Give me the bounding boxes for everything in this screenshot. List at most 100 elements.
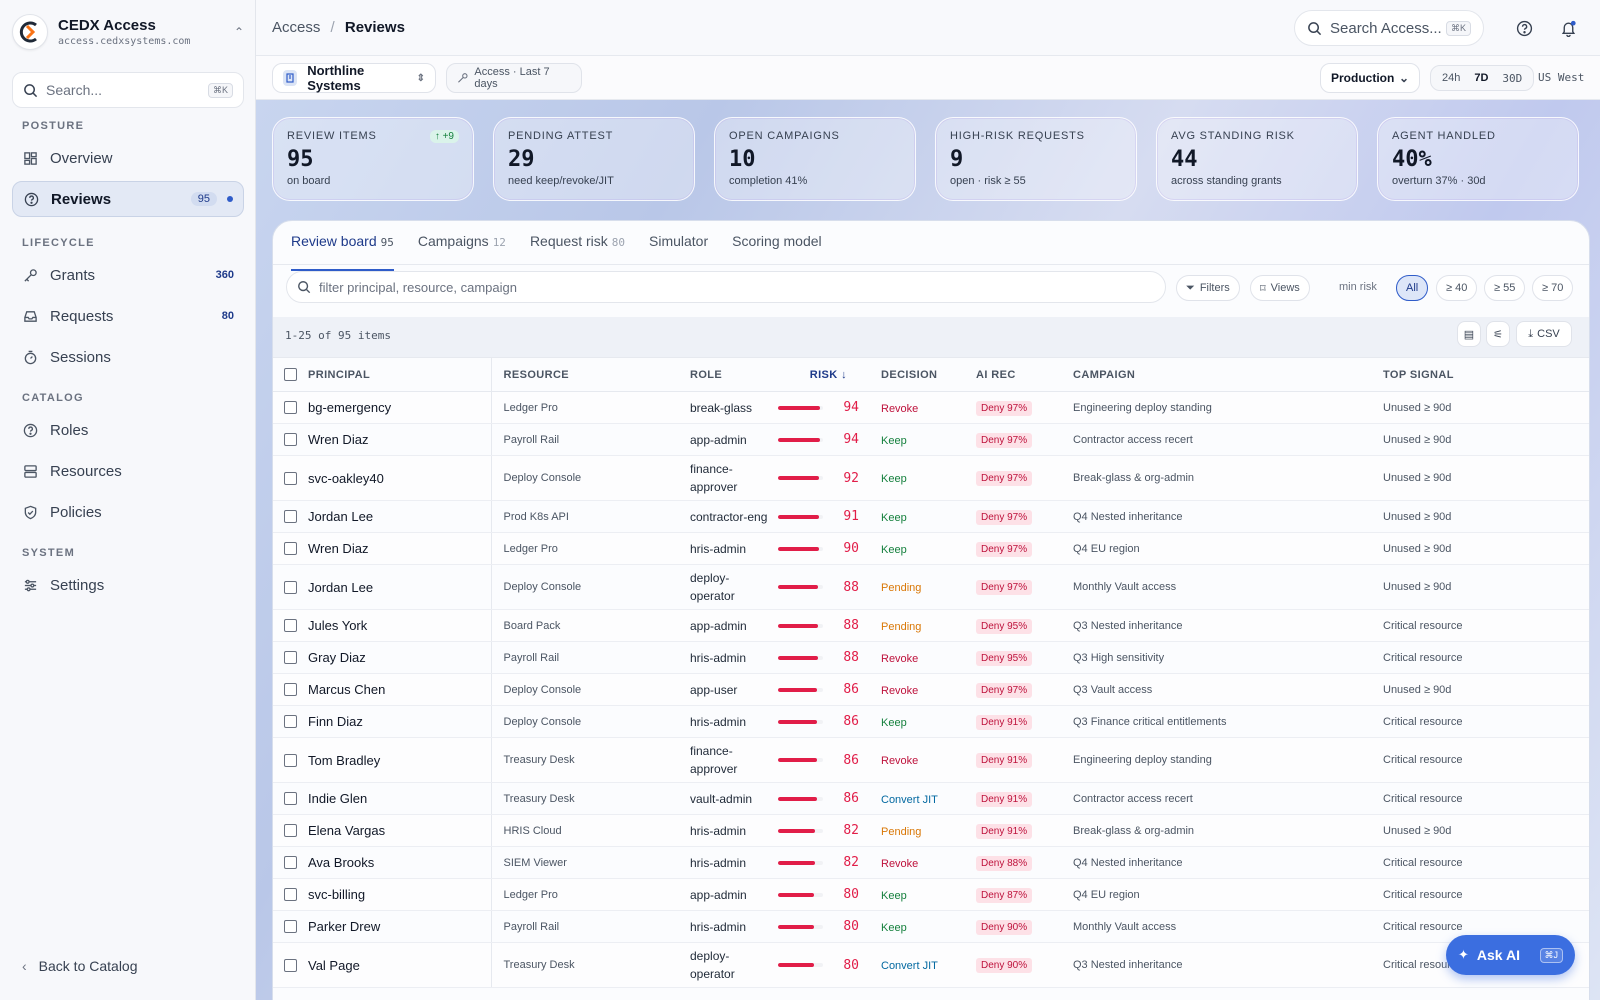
table-row[interactable]: Tom Bradley Treasury Desk finance- approve…: [273, 737, 1589, 783]
table-view-icon[interactable]: ▤: [1457, 321, 1481, 347]
campaign-cell[interactable]: Engineering deploy standing: [1073, 391, 1383, 424]
row-checkbox[interactable]: [284, 888, 297, 901]
filters-button[interactable]: ⏷ Filters: [1176, 275, 1240, 301]
sidebar-item-requests[interactable]: Requests 80: [12, 298, 244, 334]
row-checkbox[interactable]: [284, 619, 297, 632]
decision-cell[interactable]: Keep: [869, 532, 964, 565]
select-all-checkbox[interactable]: [284, 368, 297, 381]
environment-selector[interactable]: Production ⌄: [1320, 63, 1420, 93]
tab-scoring-model[interactable]: Scoring model: [732, 233, 822, 263]
sidebar-item-grants[interactable]: Grants 360: [12, 257, 244, 293]
decision-cell[interactable]: Keep: [869, 500, 964, 533]
principal-cell[interactable]: Wren Diaz: [308, 532, 491, 565]
table-row[interactable]: Jules York Board Pack app-admin 88 Pending De…: [273, 609, 1589, 642]
table-row[interactable]: Wren Diaz Ledger Pro hris-admin 90 Keep Deny …: [273, 532, 1589, 565]
row-checkbox[interactable]: [284, 715, 297, 728]
tab-campaigns[interactable]: Campaigns 12: [418, 233, 506, 263]
tab-review-board[interactable]: Review board 95: [291, 233, 394, 271]
principal-cell[interactable]: Jules York: [308, 609, 491, 642]
campaign-cell[interactable]: Q4 EU region: [1073, 532, 1383, 565]
board-filter-input[interactable]: filter principal, resource, campaign: [286, 271, 1166, 303]
campaign-cell[interactable]: Engineering deploy standing: [1073, 737, 1383, 783]
campaign-cell[interactable]: Q3 Nested inheritance: [1073, 609, 1383, 642]
row-checkbox[interactable]: [284, 651, 297, 664]
range-30d[interactable]: 30D: [1495, 69, 1529, 88]
decision-cell[interactable]: Convert JIT: [869, 942, 964, 988]
campaign-cell[interactable]: Break-glass & org-admin: [1073, 814, 1383, 847]
principal-cell[interactable]: Gray Diaz: [308, 641, 491, 674]
decision-cell[interactable]: Pending: [869, 564, 964, 610]
risk-chip-all[interactable]: All: [1396, 275, 1429, 301]
tab-simulator[interactable]: Simulator: [649, 233, 708, 263]
campaign-cell[interactable]: Contractor access recert: [1073, 423, 1383, 456]
row-checkbox[interactable]: [284, 471, 297, 485]
row-checkbox[interactable]: [284, 683, 297, 696]
row-checkbox[interactable]: [284, 542, 297, 555]
campaign-cell[interactable]: Q3 Vault access: [1073, 673, 1383, 706]
principal-cell[interactable]: Jordan Lee: [308, 564, 491, 610]
col-role[interactable]: ROLE: [678, 357, 778, 392]
kpi-avg-standing-risk[interactable]: AVG STANDING RISK 44 across standing gra…: [1156, 117, 1358, 201]
sidebar-item-roles[interactable]: Roles: [12, 412, 244, 448]
row-checkbox[interactable]: [284, 920, 297, 933]
table-row[interactable]: Wren Diaz Payroll Rail app-admin 94 Keep Deny…: [273, 423, 1589, 456]
decision-cell[interactable]: Revoke: [869, 673, 964, 706]
row-checkbox[interactable]: [284, 433, 297, 446]
decision-cell[interactable]: Pending: [869, 814, 964, 847]
risk-chip-40[interactable]: ≥ 40: [1436, 275, 1478, 301]
help-icon[interactable]: [1514, 18, 1534, 38]
col-campaign[interactable]: CAMPAIGN: [1073, 357, 1383, 392]
sidebar-search[interactable]: Search... ⌘K: [12, 72, 244, 108]
sidebar-item-settings[interactable]: Settings: [12, 567, 244, 603]
campaign-cell[interactable]: Q4 Nested inheritance: [1073, 846, 1383, 879]
range-7d[interactable]: 7D: [1467, 69, 1495, 87]
table-row[interactable]: Indie Glen Treasury Desk vault-admin 86 Conv…: [273, 782, 1589, 815]
table-row[interactable]: Elena Vargas HRIS Cloud hris-admin 82 Pendin…: [273, 814, 1589, 847]
sidebar-item-overview[interactable]: Overview: [12, 140, 244, 176]
ask-ai-button[interactable]: ✦ Ask AI ⌘J: [1446, 935, 1575, 975]
principal-cell[interactable]: svc-oakley40: [308, 455, 491, 501]
sidebar-item-policies[interactable]: Policies: [12, 494, 244, 530]
principal-cell[interactable]: Parker Drew: [308, 910, 491, 943]
col-resource[interactable]: RESOURCE: [490, 357, 678, 392]
sidebar-item-resources[interactable]: Resources: [12, 453, 244, 489]
principal-cell[interactable]: Marcus Chen: [308, 673, 491, 706]
bell-icon[interactable]: [1558, 18, 1578, 38]
views-button[interactable]: ⌑ Views: [1250, 275, 1310, 301]
table-row[interactable]: svc-billing Ledger Pro app-admin 80 Keep Deny…: [273, 878, 1589, 911]
col-ai-rec[interactable]: AI REC: [964, 357, 1073, 392]
range-24h[interactable]: 24h: [1435, 69, 1467, 87]
sidebar-item-reviews[interactable]: Reviews 95: [12, 181, 244, 217]
scope-chip[interactable]: Access · Last 7 days: [446, 63, 582, 93]
decision-cell[interactable]: Keep: [869, 423, 964, 456]
table-row[interactable]: Jordan Lee Prod K8s API contractor-eng 91 Ke…: [273, 500, 1589, 533]
decision-cell[interactable]: Keep: [869, 878, 964, 911]
table-row[interactable]: Finn Diaz Deploy Console hris-admin 86 Keep D…: [273, 705, 1589, 738]
campaign-cell[interactable]: Q3 Finance critical entitlements: [1073, 705, 1383, 738]
principal-cell[interactable]: Tom Bradley: [308, 737, 491, 783]
table-row[interactable]: bg-emergency Ledger Pro break-glass 94 Revok…: [273, 391, 1589, 424]
col-signal[interactable]: TOP SIGNAL: [1383, 357, 1589, 392]
table-row[interactable]: Parker Drew Payroll Rail hris-admin 80 Keep D…: [273, 910, 1589, 943]
tab-request-risk[interactable]: Request risk 80: [530, 233, 625, 263]
decision-cell[interactable]: Pending: [869, 609, 964, 642]
decision-cell[interactable]: Revoke: [869, 391, 964, 424]
org-switcher[interactable]: CEDX Access access.cedxsystems.com ⌃: [12, 12, 244, 52]
campaign-cell[interactable]: Q4 Nested inheritance: [1073, 500, 1383, 533]
decision-cell[interactable]: Revoke: [869, 737, 964, 783]
row-checkbox[interactable]: [284, 792, 297, 805]
principal-cell[interactable]: svc-billing: [308, 878, 491, 911]
table-row[interactable]: Ava Brooks SIEM Viewer hris-admin 82 Revoke D…: [273, 846, 1589, 879]
breadcrumb-parent[interactable]: Access: [272, 19, 320, 36]
principal-cell[interactable]: Finn Diaz: [308, 705, 491, 738]
row-checkbox[interactable]: [284, 824, 297, 837]
export-csv-button[interactable]: ⤓ CSV: [1516, 321, 1572, 347]
region-label[interactable]: US West: [1538, 71, 1584, 84]
row-checkbox[interactable]: [284, 580, 297, 594]
campaign-cell[interactable]: Break-glass & org-admin: [1073, 455, 1383, 501]
table-row[interactable]: Gray Diaz Payroll Rail hris-admin 88 Revoke D…: [273, 641, 1589, 674]
back-to-catalog-link[interactable]: ‹ Back to Catalog: [22, 958, 138, 974]
campaign-cell[interactable]: Monthly Vault access: [1073, 564, 1383, 610]
row-checkbox[interactable]: [284, 856, 297, 869]
decision-cell[interactable]: Revoke: [869, 846, 964, 879]
